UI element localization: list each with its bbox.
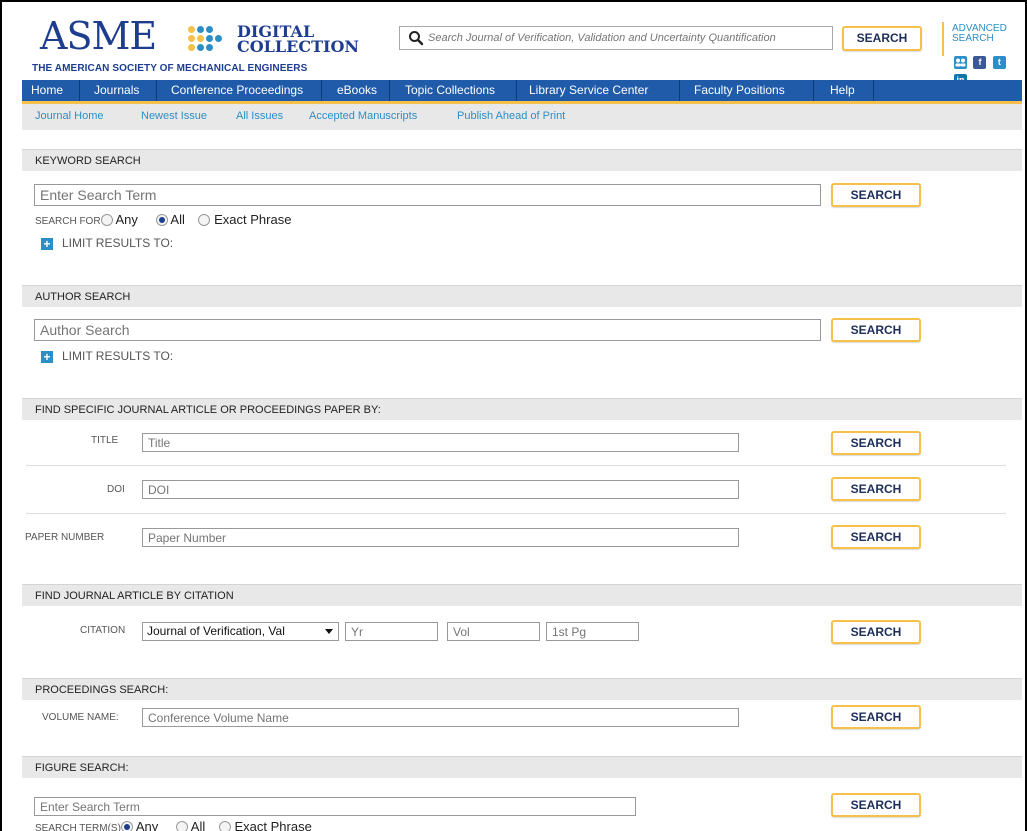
figure-search-input[interactable] bbox=[34, 797, 636, 816]
journal-select[interactable]: Journal of Verification, Val bbox=[142, 622, 339, 641]
logo-collection-text: COLLECTION bbox=[237, 37, 360, 56]
subnav-publish-ahead[interactable]: Publish Ahead of Print bbox=[457, 110, 565, 122]
radio-all-button[interactable] bbox=[155, 214, 168, 226]
figure-radio-any-button[interactable] bbox=[120, 821, 133, 831]
search-for-label: SEARCH FOR bbox=[35, 216, 101, 227]
citation-heading: FIND JOURNAL ARTICLE BY CITATION bbox=[22, 584, 1022, 606]
facebook-icon[interactable]: f bbox=[973, 56, 987, 69]
keyword-limit-results[interactable]: LIMIT RESULTS TO: bbox=[62, 236, 173, 250]
figure-radio-all-button[interactable] bbox=[175, 821, 188, 831]
doi-input[interactable] bbox=[142, 480, 739, 499]
subnav-accepted-manuscripts[interactable]: Accepted Manuscripts bbox=[309, 110, 417, 122]
logo-wordmark: ASME bbox=[40, 14, 157, 58]
author-limit-results[interactable]: LIMIT RESULTS TO: bbox=[62, 349, 173, 363]
radio-any-label: Any bbox=[115, 212, 138, 227]
journal-select-value: Journal of Verification, Val bbox=[147, 624, 285, 638]
subnav-all-issues[interactable]: All Issues bbox=[236, 110, 283, 122]
citation-search-button[interactable]: SEARCH bbox=[831, 620, 921, 644]
radio-all[interactable]: All bbox=[155, 212, 185, 227]
figure-search-heading: FIGURE SEARCH: bbox=[22, 756, 1022, 778]
figure-radio-exact-button[interactable] bbox=[218, 821, 231, 831]
radio-exact-label: Exact Phrase bbox=[214, 212, 292, 227]
subnav-newest-issue[interactable]: Newest Issue bbox=[141, 110, 207, 122]
author-search-heading: AUTHOR SEARCH bbox=[22, 285, 1022, 307]
figure-search-button[interactable]: SEARCH bbox=[831, 793, 921, 817]
asme-logo[interactable]: ASME DIGITAL COLLECTION THE AMERICAN SOC… bbox=[32, 8, 362, 74]
social-links: f t in bbox=[952, 56, 1022, 87]
nav-home[interactable]: Home bbox=[22, 80, 80, 101]
first-page-input[interactable] bbox=[546, 622, 639, 641]
nav-topic-collections[interactable]: Topic Collections bbox=[390, 80, 517, 101]
row-divider bbox=[26, 513, 1006, 514]
header-search-button[interactable]: SEARCH bbox=[842, 26, 922, 51]
paper-search-button[interactable]: SEARCH bbox=[831, 525, 921, 549]
figure-radio-all[interactable]: All bbox=[175, 819, 206, 831]
nav-help[interactable]: Help bbox=[814, 80, 874, 101]
figure-radio-any[interactable]: Any bbox=[120, 819, 159, 831]
nav-journals[interactable]: Journals bbox=[80, 80, 157, 101]
page-frame: ASME DIGITAL COLLECTION THE AMERICAN SOC… bbox=[0, 0, 1027, 831]
nav-library-service-center[interactable]: Library Service Center bbox=[517, 80, 680, 101]
nav-conference-proceedings[interactable]: Conference Proceedings bbox=[157, 80, 322, 101]
subnav-journal-home[interactable]: Journal Home bbox=[35, 110, 103, 122]
figure-search-terms: SEARCH TERM(S) Any All Exact Phrase bbox=[35, 819, 322, 831]
advanced-search-link[interactable]: ADVANCED SEARCH bbox=[952, 24, 1007, 44]
title-label: TITLE bbox=[91, 435, 119, 446]
find-specific-heading: FIND SPECIFIC JOURNAL ARTICLE OR PROCEED… bbox=[22, 398, 1022, 420]
nav-faculty-positions[interactable]: Faculty Positions bbox=[680, 80, 814, 101]
volume-name-input[interactable] bbox=[142, 708, 739, 727]
radio-exact-button[interactable] bbox=[198, 214, 211, 226]
volume-input[interactable] bbox=[447, 622, 540, 641]
figure-radio-any-label: Any bbox=[135, 819, 159, 831]
logo-dots-icon bbox=[186, 24, 230, 56]
advanced-search-line2: SEARCH bbox=[952, 33, 994, 44]
radio-any-button[interactable] bbox=[100, 214, 113, 226]
people-icon[interactable] bbox=[954, 56, 967, 69]
journal-search-input[interactable] bbox=[428, 29, 828, 47]
search-terms-label: SEARCH TERM(S) bbox=[35, 823, 121, 831]
expand-plus-icon[interactable]: + bbox=[41, 351, 53, 363]
site-header: ASME DIGITAL COLLECTION THE AMERICAN SOC… bbox=[22, 2, 1022, 87]
keyword-search-input[interactable] bbox=[34, 184, 821, 206]
proceedings-search-button[interactable]: SEARCH bbox=[831, 705, 921, 729]
author-search-button[interactable]: SEARCH bbox=[831, 318, 921, 342]
figure-radio-all-label: All bbox=[190, 819, 206, 831]
keyword-search-button[interactable]: SEARCH bbox=[831, 183, 921, 207]
nav-ebooks[interactable]: eBooks bbox=[322, 80, 390, 101]
title-search-button[interactable]: SEARCH bbox=[831, 431, 921, 455]
doi-label: DOI bbox=[107, 484, 125, 495]
citation-label: CITATION bbox=[80, 625, 126, 636]
radio-exact-phrase[interactable]: Exact Phrase bbox=[198, 212, 291, 227]
radio-all-label: All bbox=[170, 212, 185, 227]
paper-number-input[interactable] bbox=[142, 528, 739, 547]
journal-subnav: Journal Home Newest Issue All Issues Acc… bbox=[22, 104, 1022, 130]
logo-society-text: THE AMERICAN SOCIETY OF MECHANICAL ENGIN… bbox=[32, 63, 308, 74]
row-divider bbox=[26, 465, 1006, 466]
title-input[interactable] bbox=[142, 433, 739, 452]
keyword-search-heading: KEYWORD SEARCH bbox=[22, 149, 1022, 171]
volume-name-label: VOLUME NAME: bbox=[42, 712, 119, 723]
journal-search-box bbox=[399, 26, 833, 50]
main-nav: Home Journals Conference Proceedings eBo… bbox=[22, 80, 1022, 104]
chevron-down-icon bbox=[325, 629, 333, 634]
paper-number-label: PAPER NUMBER bbox=[25, 532, 105, 543]
doi-search-button[interactable]: SEARCH bbox=[831, 477, 921, 501]
radio-any[interactable]: Any bbox=[100, 212, 138, 227]
search-icon bbox=[409, 31, 424, 46]
figure-radio-exact-phrase[interactable]: Exact Phrase bbox=[218, 819, 312, 831]
header-divider bbox=[942, 22, 944, 56]
keyword-search-for: SEARCH FOR Any All Exact Phrase bbox=[35, 212, 301, 227]
proceedings-heading: PROCEEDINGS SEARCH: bbox=[22, 678, 1022, 700]
expand-plus-icon[interactable]: + bbox=[41, 238, 53, 250]
year-input[interactable] bbox=[345, 622, 438, 641]
figure-radio-exact-label: Exact Phrase bbox=[234, 819, 312, 831]
author-search-input[interactable] bbox=[34, 319, 821, 341]
logo-digital-collection: DIGITAL COLLECTION bbox=[237, 24, 360, 56]
twitter-icon[interactable]: t bbox=[992, 56, 1006, 69]
